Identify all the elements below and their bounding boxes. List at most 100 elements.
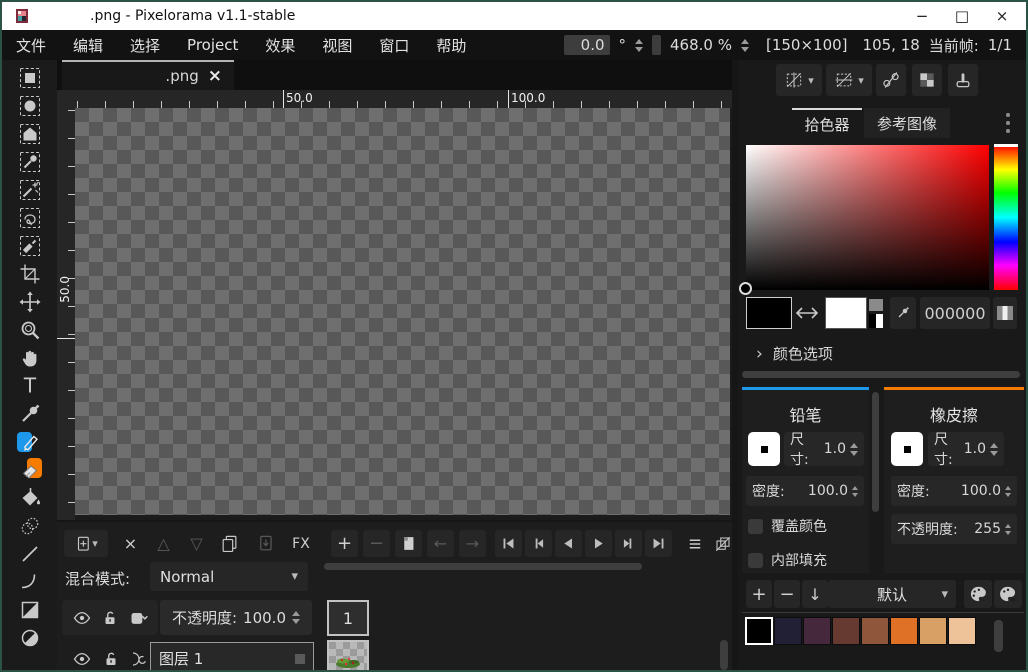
text-tool[interactable]: T: [16, 372, 43, 399]
eraser-opacity-field[interactable]: 不透明度: 255: [891, 514, 1017, 544]
canvas-transparency-checker[interactable]: [75, 108, 730, 515]
layer-opacity-spinner[interactable]: [292, 611, 300, 624]
menu-edit[interactable]: 编辑: [73, 35, 103, 56]
palette-swatch-7[interactable]: [948, 617, 976, 645]
menu-window[interactable]: 窗口: [379, 35, 409, 56]
frame-1-button[interactable]: 1: [327, 600, 369, 636]
horizontal-mirror-button[interactable]: ▾: [776, 64, 822, 96]
magic-wand-tool[interactable]: [16, 176, 43, 203]
horizontal-ruler[interactable]: 50.0 100.0: [75, 90, 732, 108]
vertical-ruler[interactable]: 50.0: [57, 108, 75, 520]
move-layer-down-button[interactable]: ▽: [183, 530, 210, 557]
palette-swatch-0[interactable]: [745, 617, 773, 645]
color-panel-scrollbar[interactable]: [742, 371, 1020, 378]
zoom-spinner[interactable]: [741, 39, 749, 52]
color-compare-button[interactable]: [993, 297, 1017, 329]
layer-name-field[interactable]: 图层 1: [150, 642, 314, 672]
close-button[interactable]: ×: [982, 3, 1022, 29]
saturation-value-gradient[interactable]: [746, 145, 989, 290]
color-cursor[interactable]: [739, 282, 752, 295]
color-picker-tool[interactable]: [16, 400, 43, 427]
overwrite-color-checkbox[interactable]: [748, 519, 763, 534]
line-tool[interactable]: [16, 540, 43, 567]
move-frame-left-button[interactable]: ←: [427, 530, 454, 557]
pencil-brush-button[interactable]: [748, 432, 780, 466]
layer-fx-button[interactable]: FX: [285, 530, 317, 557]
pencil-density-field[interactable]: 密度: 100.0: [746, 476, 864, 506]
add-frame-button[interactable]: +: [331, 530, 358, 557]
eraser-brush-button[interactable]: [891, 432, 923, 466]
menu-file[interactable]: 文件: [16, 35, 46, 56]
curve-tool[interactable]: [16, 568, 43, 595]
menu-effects[interactable]: 效果: [265, 35, 295, 56]
cel-thumbnail[interactable]: [327, 640, 369, 672]
pick-color-button[interactable]: [890, 297, 916, 329]
previous-frame-button[interactable]: [525, 530, 552, 557]
blend-mode-dropdown[interactable]: Normal ▾: [150, 562, 308, 591]
palette-swatch-1[interactable]: [774, 617, 802, 645]
eraser-density-spinner[interactable]: [1005, 486, 1011, 497]
play-forward-button[interactable]: [585, 530, 612, 557]
palette-swatch-2[interactable]: [803, 617, 831, 645]
pencil-tool[interactable]: [16, 428, 43, 455]
cel-options-icon[interactable]: [129, 608, 149, 628]
default-gray-swatch-icon[interactable]: [869, 299, 883, 311]
palette-swatch-3[interactable]: [832, 617, 860, 645]
move-layer-up-button[interactable]: △: [150, 530, 177, 557]
link-cels-icon[interactable]: [130, 650, 148, 668]
foreground-color-swatch[interactable]: [746, 297, 792, 329]
clone-frame-button[interactable]: [395, 530, 422, 557]
palette-select-dropdown[interactable]: 默认 ▾: [828, 580, 956, 608]
tab-reference-images[interactable]: 参考图像: [864, 108, 950, 138]
overwrite-color-checkbox-row[interactable]: 覆盖颜色: [748, 516, 827, 536]
palette-scrollbar[interactable]: [994, 620, 1003, 652]
rotation-spinner[interactable]: [635, 39, 643, 52]
lasso-tool[interactable]: [16, 204, 43, 231]
pencil-size-spinner[interactable]: [850, 443, 858, 456]
eraser-opacity-spinner[interactable]: [1005, 524, 1011, 535]
add-palette-color-button[interactable]: +: [746, 580, 772, 608]
palette-swatch-6[interactable]: [919, 617, 947, 645]
tab-close-icon[interactable]: ×: [208, 66, 222, 86]
delete-layer-button[interactable]: ×: [117, 530, 144, 557]
polygon-select-tool[interactable]: [16, 120, 43, 147]
ellipse-select-tool[interactable]: [16, 92, 43, 119]
color-options-expander[interactable]: › 颜色选项: [756, 343, 833, 364]
pencil-size-field[interactable]: 尺寸: 1.0: [784, 432, 864, 466]
layer1-lock-icon[interactable]: [102, 650, 120, 668]
menu-help[interactable]: 帮助: [436, 35, 466, 56]
onion-skinning-button[interactable]: [709, 530, 736, 557]
rotation-input[interactable]: 0.0: [564, 35, 610, 55]
remove-frame-button[interactable]: −: [363, 530, 390, 557]
shading-tool[interactable]: [16, 512, 43, 539]
move-frame-right-button[interactable]: →: [459, 530, 486, 557]
bucket-tool[interactable]: [16, 484, 43, 511]
play-backwards-button[interactable]: [555, 530, 582, 557]
edit-palette-button[interactable]: [964, 580, 992, 608]
paint-selection-tool[interactable]: [16, 232, 43, 259]
menu-view[interactable]: 视图: [322, 35, 352, 56]
pencil-density-spinner[interactable]: [852, 486, 858, 497]
last-frame-button[interactable]: [645, 530, 672, 557]
pencil-panel-scrollbar[interactable]: [872, 392, 879, 512]
hex-color-input[interactable]: 000000: [920, 297, 990, 329]
vertical-mirror-button[interactable]: ▾: [826, 64, 872, 96]
layer-visibility-eye-icon[interactable]: [72, 608, 92, 628]
eraser-size-spinner[interactable]: [990, 443, 998, 456]
maximize-button[interactable]: □: [942, 3, 982, 29]
timeline-horizontal-scrollbar[interactable]: [324, 563, 642, 570]
hue-slider[interactable]: [994, 145, 1018, 290]
eraser-density-field[interactable]: 密度: 100.0: [891, 476, 1017, 506]
clone-layer-button[interactable]: [216, 530, 243, 557]
merge-layer-down-button[interactable]: [252, 530, 279, 557]
rectangle-tool[interactable]: [16, 596, 43, 623]
ellipse-tool[interactable]: [16, 624, 43, 651]
stamp-button[interactable]: [948, 64, 978, 96]
move-tool[interactable]: [16, 288, 43, 315]
first-frame-button[interactable]: [495, 530, 522, 557]
panel-menu-dots-icon[interactable]: [1006, 113, 1010, 133]
background-color-swatch[interactable]: [825, 297, 867, 329]
next-frame-button[interactable]: [615, 530, 642, 557]
minimize-button[interactable]: −: [902, 3, 942, 29]
palette-swatch-5[interactable]: [890, 617, 918, 645]
